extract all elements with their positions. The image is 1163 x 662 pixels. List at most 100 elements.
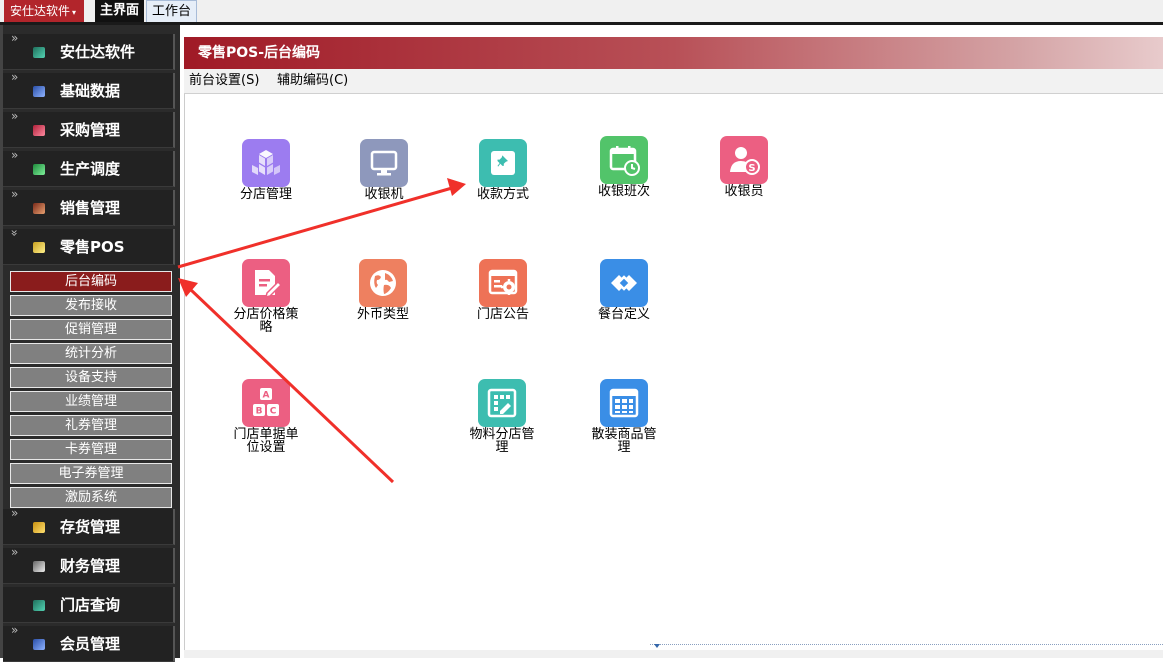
chevron-double-right-icon: »: [11, 506, 19, 520]
tile-label: 收银员: [724, 184, 764, 199]
chevron-double-right-icon: »: [11, 70, 19, 84]
chevron-double-down-icon: »: [7, 229, 22, 237]
icon-panel: [184, 94, 1163, 652]
sidebar-item-label: 会员管理: [60, 635, 121, 653]
tile-label: 收款方式: [476, 187, 529, 202]
triangle-down-icon: [654, 644, 660, 648]
svg-text:C: C: [270, 407, 277, 417]
sidebar-item-production[interactable]: » 生产调度: [3, 148, 175, 187]
tile-branch-price-strategy[interactable]: 分店价格策略: [226, 259, 306, 334]
tile-foreign-currency[interactable]: 外币类型: [343, 259, 423, 321]
table-icon: [600, 379, 648, 427]
subitem-e-voucher[interactable]: 电子券管理: [10, 463, 172, 484]
module-icon: [33, 86, 45, 97]
abc-blocks-icon: ABC: [242, 379, 290, 427]
cashier-user-icon: S: [720, 136, 768, 184]
subitem-incentive[interactable]: 激励系统: [10, 487, 172, 508]
grid-edit-icon: [478, 379, 526, 427]
calendar-clock-icon: [600, 136, 648, 184]
subitem-statistics[interactable]: 统计分析: [10, 343, 172, 364]
chevron-double-right-icon: »: [11, 31, 19, 45]
tile-bulk-goods[interactable]: 散装商品管理: [584, 379, 664, 454]
brand-menu-button[interactable]: 安仕达软件 ▾: [4, 0, 84, 22]
svg-text:B: B: [256, 407, 263, 417]
monitor-icon: [360, 139, 408, 187]
brand-label: 安仕达软件: [10, 4, 71, 18]
module-icon: [33, 561, 45, 572]
tile-branch-management[interactable]: 分店管理: [226, 139, 306, 201]
tab-main[interactable]: 主界面: [95, 0, 145, 22]
sidebar-item-sales[interactable]: » 销售管理: [3, 187, 175, 226]
caret-down-icon: ▾: [72, 8, 77, 17]
link-diamond-icon: [600, 259, 648, 307]
chevron-double-right-icon: »: [11, 623, 19, 637]
sidebar-item-inventory[interactable]: » 存货管理: [3, 506, 175, 545]
subitem-promotion[interactable]: 促销管理: [10, 319, 172, 340]
tile-material-branch[interactable]: 物料分店管理: [462, 379, 542, 454]
menu-front-settings[interactable]: 前台设置(S): [189, 69, 259, 93]
sidebar-item-purchasing[interactable]: » 采购管理: [3, 109, 175, 148]
tile-label: 物料分店管理: [469, 427, 535, 455]
sidebar-item-label: 基础数据: [60, 82, 121, 100]
module-icon: [33, 203, 45, 214]
sidebar-item-store-query[interactable]: 门店查询: [3, 587, 175, 623]
module-icon: [33, 522, 45, 533]
chevron-double-right-icon: »: [11, 148, 19, 162]
sidebar-item-label: 门店查询: [60, 596, 121, 614]
module-icon: [33, 47, 45, 58]
subitem-backend-coding[interactable]: 后台编码: [10, 271, 172, 292]
sidebar-item-finance[interactable]: » 财务管理: [3, 545, 175, 584]
chevron-double-right-icon: »: [11, 187, 19, 201]
chevron-double-right-icon: »: [11, 109, 19, 123]
tile-table-definition[interactable]: 餐台定义: [584, 259, 664, 321]
globe-icon: [359, 259, 407, 307]
sidebar-item-basic-data[interactable]: » 基础数据: [3, 70, 175, 109]
sidebar-item-label: 生产调度: [60, 160, 121, 178]
svg-text:A: A: [263, 391, 270, 401]
sidebar-item-membership[interactable]: » 会员管理: [3, 623, 175, 662]
status-bar: [184, 650, 1163, 658]
tile-cashier[interactable]: S 收银员: [704, 136, 784, 198]
tile-label: 分店管理: [239, 187, 292, 202]
sidebar-item-label: 存货管理: [60, 518, 121, 536]
top-bar: 安仕达软件 ▾ 主界面 工作台: [0, 0, 1163, 25]
module-icon: [33, 600, 45, 611]
cubes-icon: [242, 139, 290, 187]
subitem-publish-receive[interactable]: 发布接收: [10, 295, 172, 316]
chevron-double-right-icon: »: [11, 545, 19, 559]
tile-payment-method[interactable]: 收款方式: [463, 139, 543, 201]
tile-label: 收银机: [364, 187, 404, 202]
module-icon: [33, 164, 45, 175]
tile-cashier-shift[interactable]: 收银班次: [584, 136, 664, 198]
tile-store-doc-unit[interactable]: ABC 门店单据单位设置: [226, 379, 306, 454]
tile-store-notice[interactable]: 门店公告: [463, 259, 543, 321]
page-title-bar: 零售POS-后台编码: [184, 37, 1163, 69]
sidebar-item-label: 财务管理: [60, 557, 121, 575]
module-icon: [33, 242, 45, 253]
menu-aux-coding[interactable]: 辅助编码(C): [277, 69, 348, 93]
price-edit-icon: [242, 259, 290, 307]
module-icon: [33, 639, 45, 650]
page-title: 零售POS-后台编码: [198, 45, 321, 61]
sidebar-item-anshida[interactable]: » 安仕达软件: [3, 31, 175, 70]
subitem-performance[interactable]: 业绩管理: [10, 391, 172, 412]
notice-gear-icon: [479, 259, 527, 307]
sidebar-item-label: 安仕达软件: [60, 43, 136, 61]
tab-workbench[interactable]: 工作台: [146, 0, 198, 22]
sidebar-item-label: 采购管理: [60, 121, 121, 139]
menu-bar: 前台设置(S) 辅助编码(C): [184, 69, 1163, 94]
tile-label: 门店单据单位设置: [233, 427, 299, 455]
sidebar-item-retail-pos[interactable]: » 零售POS: [3, 229, 175, 265]
subitem-card-voucher[interactable]: 卡券管理: [10, 439, 172, 460]
tile-label: 收银班次: [597, 184, 650, 199]
pin-icon: [479, 139, 527, 187]
tile-cash-register[interactable]: 收银机: [344, 139, 424, 201]
subitem-device-support[interactable]: 设备支持: [10, 367, 172, 388]
svg-text:S: S: [748, 163, 755, 174]
tile-label: 门店公告: [476, 307, 529, 322]
module-icon: [33, 125, 45, 136]
tile-label: 餐台定义: [597, 307, 650, 322]
sidebar-item-label: 零售POS: [60, 238, 125, 256]
tile-label: 外币类型: [356, 307, 409, 322]
subitem-gift-voucher[interactable]: 礼券管理: [10, 415, 172, 436]
